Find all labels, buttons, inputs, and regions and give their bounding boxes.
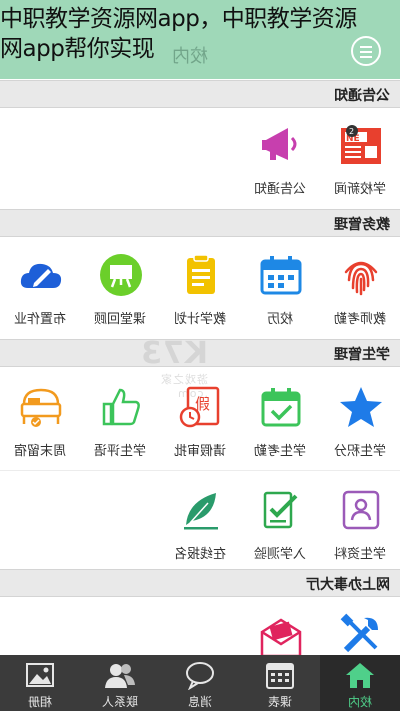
tab-home[interactable]: 校内 xyxy=(320,655,400,711)
tile-label: 学生积分 xyxy=(334,444,387,459)
tools-icon xyxy=(340,613,378,653)
megaphone-icon xyxy=(262,128,297,160)
presentation-icon xyxy=(100,254,142,296)
tile-label: 教学计划 xyxy=(174,312,227,327)
section-title: 学生管理 xyxy=(334,347,390,363)
tile-label: 在线报名 xyxy=(174,547,227,562)
tile-label: 学生评语 xyxy=(94,444,147,459)
tile-weekend-stay[interactable]: 周末留宿 xyxy=(0,372,80,464)
tile-label: 学生考勤 xyxy=(254,444,307,459)
tab-album[interactable]: 相册 xyxy=(0,655,80,711)
home-icon xyxy=(346,663,374,688)
tile-admission-test[interactable]: 入学测验 xyxy=(240,475,320,567)
divider xyxy=(0,470,400,471)
tab-label: 课表 xyxy=(268,695,293,709)
cloud-edit-icon xyxy=(20,263,62,288)
clipboard-icon xyxy=(187,254,215,294)
fingerprint-icon xyxy=(344,261,378,296)
tile-student-attendance[interactable]: 学生考勤 xyxy=(240,372,320,464)
tile-classroom-review[interactable]: 课堂回顾 xyxy=(80,240,160,332)
tab-contacts[interactable]: 联系人 xyxy=(80,655,160,711)
checklist-icon xyxy=(263,491,298,529)
bed-icon xyxy=(20,388,62,427)
photo-icon xyxy=(26,663,54,687)
tab-schedule[interactable]: 课表 xyxy=(240,655,320,711)
chat-bubble-icon xyxy=(186,662,214,690)
calendar-check-icon xyxy=(261,388,301,427)
caption-line-1: 中职教学资源网app，中职教学资源 xyxy=(0,6,357,32)
tab-label: 校内 xyxy=(348,695,373,709)
newspaper-icon: NE 2 xyxy=(341,125,381,164)
quill-icon xyxy=(184,493,218,530)
profile-card-icon xyxy=(342,490,380,530)
menu-button[interactable] xyxy=(351,36,381,66)
tile-label: 入学测验 xyxy=(254,547,307,562)
page-title: 校内 xyxy=(172,46,208,67)
tile-teaching-plan[interactable]: 教学计划 xyxy=(160,240,240,332)
tile-student-evaluation[interactable]: 学生评语 xyxy=(80,372,160,464)
tile-label: 校历 xyxy=(267,312,294,327)
section-title: 网上办事大厅 xyxy=(306,577,390,593)
tile-label: 课堂回顾 xyxy=(94,312,147,327)
contacts-icon xyxy=(105,664,135,688)
tile-announcement[interactable]: 公告通知 xyxy=(240,110,320,202)
tile-label: 公告通知 xyxy=(254,182,307,197)
leave-form-icon: 假 xyxy=(179,386,220,428)
tile-tools[interactable] xyxy=(320,600,400,655)
bottom-tab-bar: 校内 课表 消息 联系人 相册 xyxy=(0,655,400,711)
tile-teacher-attendance[interactable]: 教师考勤 xyxy=(320,240,400,332)
watermark-brand: K73 xyxy=(140,336,208,371)
tile-label: 教师考勤 xyxy=(334,312,387,327)
tab-label: 联系人 xyxy=(102,695,139,709)
tile-student-profile[interactable]: 学生资料 xyxy=(320,475,400,567)
tile-label: 学生资料 xyxy=(334,547,387,562)
tile-student-points[interactable]: 学生积分 xyxy=(320,372,400,464)
section-header-notice: 公告通知 xyxy=(0,80,400,108)
timetable-icon xyxy=(266,663,294,689)
tile-school-news[interactable]: NE 2 学校新闻 xyxy=(320,110,400,202)
tile-online-signup[interactable]: 在线报名 xyxy=(160,475,240,567)
envelope-icon xyxy=(260,618,302,655)
section-header-office: 网上办事大厅 xyxy=(0,569,400,597)
tab-label: 相册 xyxy=(28,695,53,709)
tile-leave-approval[interactable]: 假 请假审批 xyxy=(160,372,240,464)
svg-text:2: 2 xyxy=(349,127,354,136)
tile-label: 学校新闻 xyxy=(334,182,387,197)
tab-messages[interactable]: 消息 xyxy=(160,655,240,711)
tile-label: 请假审批 xyxy=(174,444,227,459)
section-header-teaching: 教务管理 xyxy=(0,209,400,237)
section-title: 教务管理 xyxy=(334,217,390,233)
tile-homework[interactable]: 布置作业 xyxy=(0,240,80,332)
thumbs-up-icon xyxy=(102,388,140,426)
section-title: 公告通知 xyxy=(334,88,390,104)
app-header: 中职教学资源网app，中职教学资源 网app帮你实现 校内 xyxy=(0,0,400,79)
calendar-icon xyxy=(260,256,302,295)
tile-calendar[interactable]: 校历 xyxy=(240,240,320,332)
tile-label: 布置作业 xyxy=(14,312,67,327)
tile-mail[interactable] xyxy=(240,600,320,655)
tile-label: 周末留宿 xyxy=(14,444,67,459)
star-icon xyxy=(340,387,382,427)
tab-label: 消息 xyxy=(188,695,213,709)
